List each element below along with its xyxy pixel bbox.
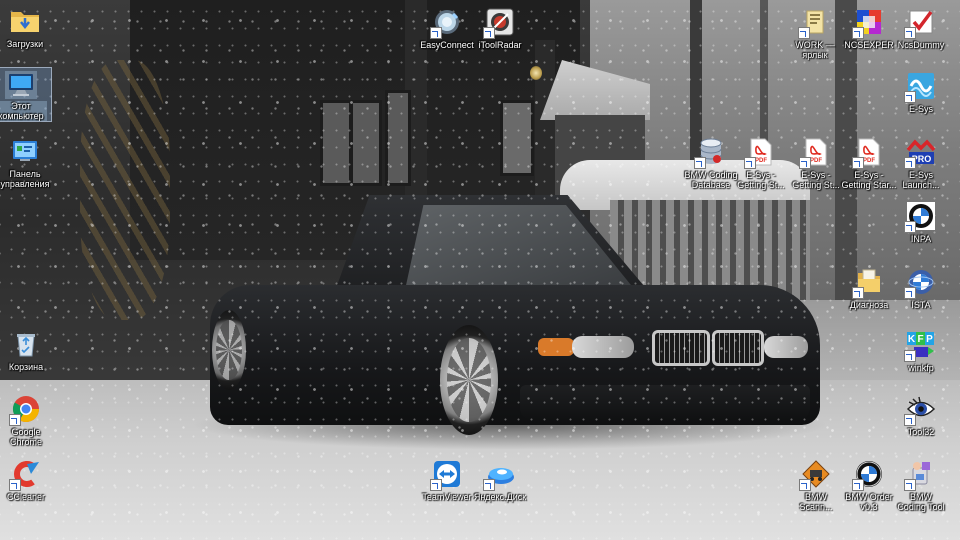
shortcut-arrow-icon bbox=[852, 27, 864, 39]
shortcut-arrow-icon bbox=[799, 479, 811, 491]
shortcut-arrow-icon bbox=[430, 479, 442, 491]
desktop-icon-label: E-Sys - Getting St... bbox=[737, 170, 785, 190]
desktop-icon-panel-upravleniya[interactable]: Панель управления bbox=[0, 132, 60, 189]
desktop-icon-label: CCleaner bbox=[6, 492, 46, 502]
svg-text:K: K bbox=[908, 334, 916, 345]
desktop-icon-label: Загрузки bbox=[6, 39, 44, 49]
pdf-icon: PDF bbox=[744, 136, 777, 169]
desktop-icon-bmw-coding-tool[interactable]: BMW Coding Tool bbox=[886, 455, 956, 512]
ccleaner-icon bbox=[9, 458, 42, 491]
desktop-icon-label: WORK — ярлык bbox=[795, 40, 835, 60]
desktop-icon-label: Tool32 bbox=[907, 427, 935, 437]
desktop-icon-label: INPA bbox=[910, 234, 932, 244]
svg-text:P: P bbox=[926, 334, 933, 345]
itoolradar-icon bbox=[483, 6, 516, 39]
database-icon bbox=[694, 136, 727, 169]
folder-icon bbox=[852, 266, 885, 299]
desktop-icon-label: E-Sys - Getting St... bbox=[792, 170, 840, 190]
desktop-icon-label: Google Chrome bbox=[9, 427, 42, 447]
desktop-icon-label: Яндекс.Диск bbox=[473, 492, 527, 502]
desktop-icon-ista[interactable]: ISTA bbox=[886, 263, 956, 310]
e-sys-icon bbox=[904, 70, 937, 103]
desktop-icon-tool32[interactable]: Tool32 bbox=[886, 390, 956, 437]
shortcut-arrow-icon bbox=[483, 27, 495, 39]
recycle-bin-icon bbox=[10, 328, 42, 360]
desktop-icon-e-sys-launcher[interactable]: PRO E-Sys Launch... bbox=[886, 133, 956, 190]
desktop-icon-label: Панель управления bbox=[0, 169, 50, 189]
desktop-icon-label: iToolRadar bbox=[478, 40, 522, 50]
ncsdummy-icon bbox=[904, 6, 937, 39]
shortcut-arrow-icon bbox=[904, 287, 916, 299]
desktop-icon-label: Корзина bbox=[8, 362, 44, 372]
shortcut-arrow-icon bbox=[9, 479, 21, 491]
eye-icon bbox=[904, 393, 937, 426]
e-sys-launcher-icon: PRO bbox=[904, 136, 937, 169]
shortcut-arrow-icon bbox=[904, 479, 916, 491]
desktop[interactable]: Загрузки Этот компьютер Панель управлени… bbox=[0, 0, 960, 540]
pdf-icon: PDF bbox=[799, 136, 832, 169]
shortcut-arrow-icon bbox=[904, 414, 916, 426]
bmw-scanner-icon bbox=[799, 458, 832, 491]
shortcut-arrow-icon bbox=[904, 91, 916, 103]
svg-text:PDF: PDF bbox=[755, 158, 767, 164]
shortcut-arrow-icon bbox=[852, 157, 864, 169]
desktop-icon-e-sys[interactable]: E-Sys bbox=[886, 67, 956, 114]
desktop-icon-label: NcsDummy bbox=[897, 40, 945, 50]
svg-text:PDF: PDF bbox=[810, 158, 822, 164]
desktop-icon-winkfp[interactable]: K F P winkfp bbox=[886, 326, 956, 373]
desktop-icon-etot-kompyuter[interactable]: Этот компьютер bbox=[0, 67, 52, 122]
shortcut-arrow-icon bbox=[904, 221, 916, 233]
desktop-icon-korzina[interactable]: Корзина bbox=[0, 325, 61, 372]
desktop-icon-label: winkfp bbox=[908, 363, 934, 373]
desktop-icon-label: ISTA bbox=[911, 300, 931, 310]
desktop-icon-label: BMW Scann... bbox=[799, 492, 833, 512]
bmw-logo-icon bbox=[852, 458, 885, 491]
desktop-icon-ccleaner[interactable]: CCleaner bbox=[0, 455, 61, 502]
desktop-icon-ncsdummy[interactable]: NcsDummy bbox=[886, 3, 956, 50]
chrome-icon bbox=[9, 393, 42, 426]
desktop-icon-zagruzki[interactable]: Загрузки bbox=[0, 2, 60, 49]
folder-downloads-icon bbox=[9, 5, 41, 37]
shortcut-arrow-icon bbox=[694, 157, 706, 169]
desktop-icon-google-chrome[interactable]: Google Chrome bbox=[0, 390, 61, 447]
shortcut-arrow-icon bbox=[430, 27, 442, 39]
computer-icon bbox=[5, 71, 37, 99]
shortcut-arrow-icon bbox=[744, 157, 756, 169]
ncsexper-icon bbox=[852, 6, 885, 39]
bmw-coding-tool-icon bbox=[904, 458, 937, 491]
shortcut-arrow-icon bbox=[798, 27, 810, 39]
shortcut-arrow-icon bbox=[904, 350, 916, 362]
winkfp-icon: K F P bbox=[904, 329, 937, 362]
desktop-icon-yandex-disk[interactable]: Яндекс.Диск bbox=[465, 455, 535, 502]
shortcut-arrow-icon bbox=[904, 157, 916, 169]
shortcut-arrow-icon bbox=[852, 287, 864, 299]
desktop-icon-label: BMW Coding Tool bbox=[897, 492, 945, 512]
shortcut-arrow-icon bbox=[799, 157, 811, 169]
desktop-icon-label: Диагноза bbox=[849, 300, 889, 310]
shortcut-arrow-icon bbox=[9, 414, 21, 426]
bmw-logo-icon bbox=[904, 200, 937, 233]
bmw-globe-icon bbox=[904, 266, 937, 299]
yandex-disk-icon bbox=[483, 458, 516, 491]
folder-icon bbox=[798, 6, 831, 39]
control-panel-icon bbox=[9, 135, 41, 167]
easyconnect-icon bbox=[430, 6, 463, 39]
desktop-icon-label: E-Sys Launch... bbox=[902, 170, 940, 190]
desktop-icon-label: Этот компьютер bbox=[0, 101, 47, 121]
desktop-icon-label: E-Sys bbox=[908, 104, 933, 114]
shortcut-arrow-icon bbox=[483, 479, 495, 491]
desktop-icon-itoolradar[interactable]: iToolRadar bbox=[465, 3, 535, 50]
teamviewer-icon bbox=[430, 458, 463, 491]
svg-text:PDF: PDF bbox=[863, 158, 875, 164]
pdf-icon: PDF bbox=[852, 136, 885, 169]
shortcut-arrow-icon bbox=[904, 27, 916, 39]
shortcut-arrow-icon bbox=[852, 479, 864, 491]
svg-text:F: F bbox=[917, 334, 923, 345]
desktop-icon-inpa[interactable]: INPA bbox=[886, 197, 956, 244]
